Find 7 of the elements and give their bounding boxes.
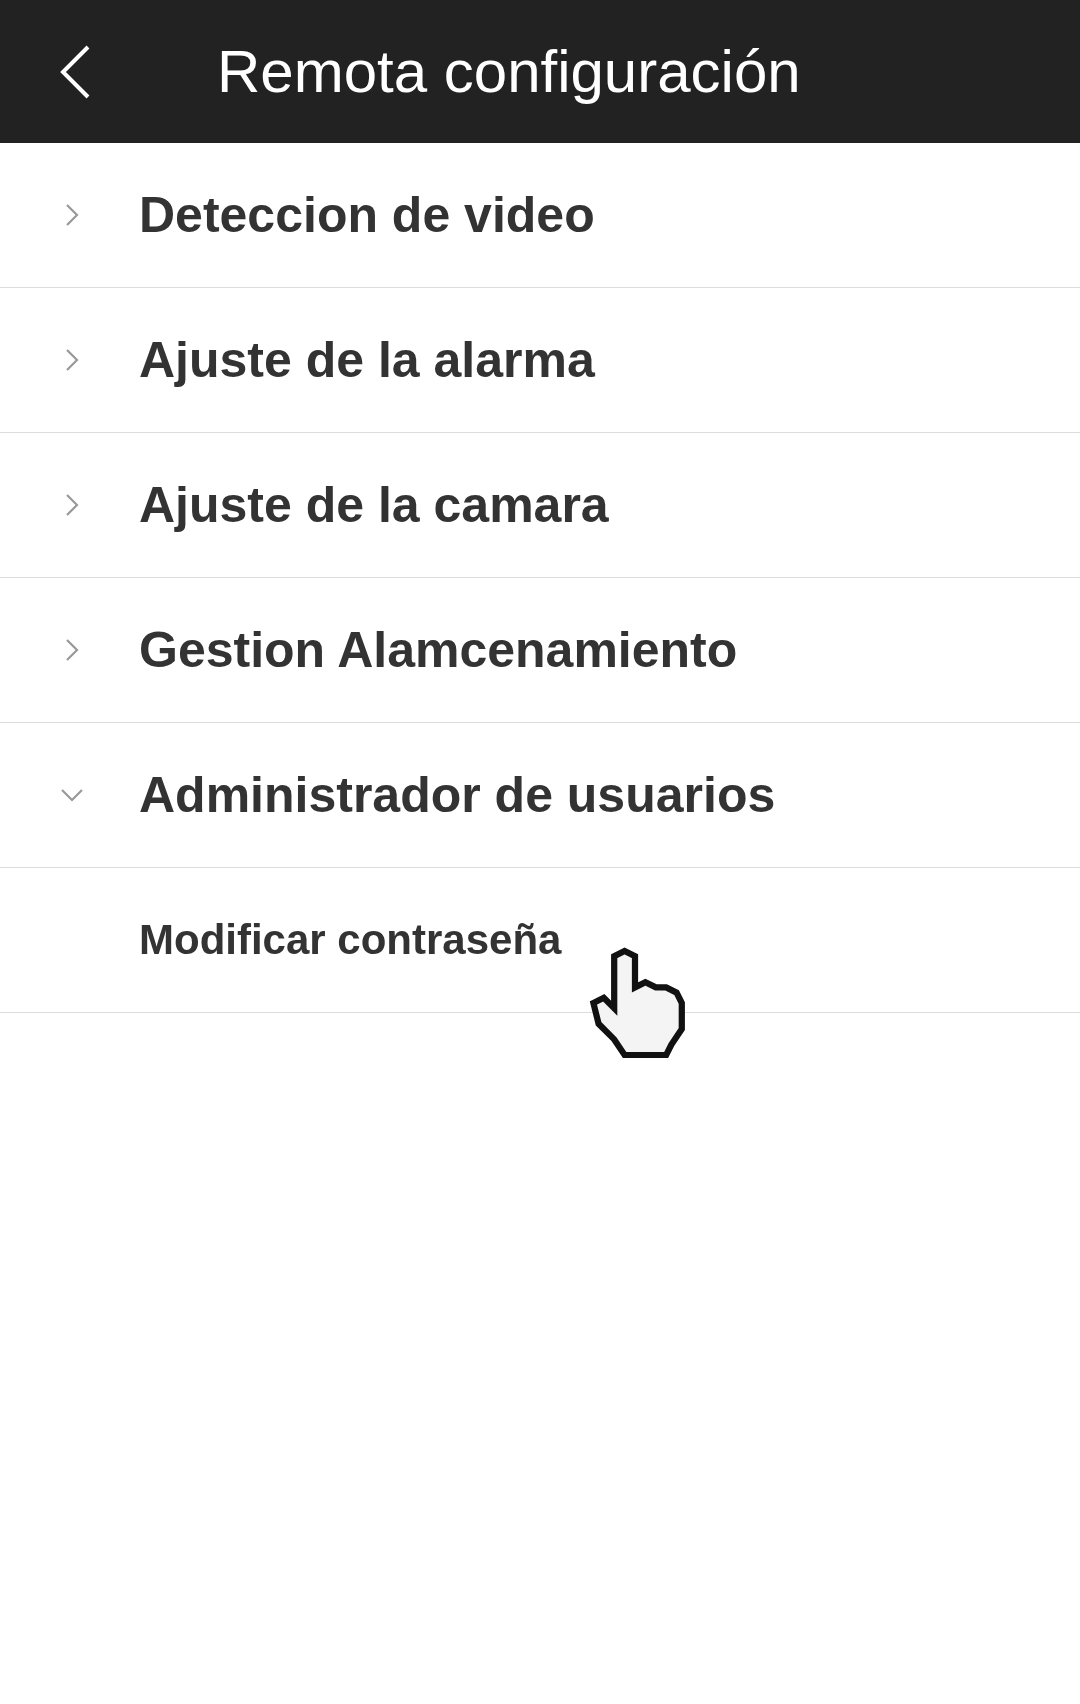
menu-item[interactable]: Ajuste de la alarma (0, 288, 1080, 433)
back-icon[interactable] (58, 43, 92, 100)
screen-title: Remota configuración (217, 37, 801, 106)
menu-item[interactable]: Deteccion de video (0, 143, 1080, 288)
menu-item[interactable]: Ajuste de la camara (0, 433, 1080, 578)
menu-item[interactable]: Gestion Alamcenamiento (0, 578, 1080, 723)
menu-item[interactable]: Administrador de usuarios (0, 723, 1080, 868)
